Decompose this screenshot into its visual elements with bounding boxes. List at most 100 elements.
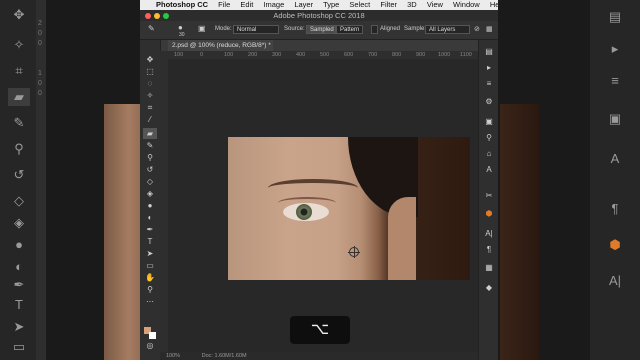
menu-edit[interactable]: Edit (240, 0, 253, 9)
menu-select[interactable]: Select (349, 0, 370, 9)
background-panels: ▤ ▸ ≡ ▣ A ¶ ⬢ A| (590, 0, 640, 360)
mode-label: Mode: (215, 26, 232, 32)
brush-preset-icon[interactable]: ● (178, 23, 183, 32)
background-color-swatch[interactable] (149, 332, 156, 339)
panel-icon: ▤ (608, 9, 622, 24)
move-tool-icon[interactable]: ✥ (143, 54, 157, 65)
brushes-panel-icon[interactable]: ▣ (482, 116, 496, 128)
glyphs-panel-icon[interactable]: A| (482, 228, 496, 240)
menu-app[interactable]: Photoshop CC (156, 0, 208, 9)
blur-tool-icon: ● (15, 237, 23, 252)
eraser-tool-icon[interactable]: ◇ (143, 176, 157, 187)
stamp-tool-icon: ⚲ (14, 141, 24, 156)
window-title: Adobe Photoshop CC 2018 (273, 11, 365, 20)
doc-info: Doc: 1.60M/1.60M (201, 353, 247, 359)
ruler-tick: 300 (272, 52, 282, 58)
3d-panel-icon[interactable]: ⬢ (482, 208, 496, 220)
ruler-tick: 800 (392, 52, 402, 58)
eye-photo[interactable] (228, 137, 470, 280)
tools-preset-icon[interactable]: ✂ (482, 190, 496, 202)
paragraph-panel-icon[interactable]: ¶ (482, 244, 496, 256)
history-brush-icon: ↺ (13, 167, 25, 182)
menu-image[interactable]: Image (263, 0, 284, 9)
eyedropper-icon[interactable]: ⁄ (143, 114, 157, 125)
menu-layer[interactable]: Layer (294, 0, 313, 9)
aligned-checkbox[interactable] (371, 25, 378, 34)
path-select-icon[interactable]: ➤ (143, 248, 157, 259)
options-bar: ✎ ● 30 ▣ Mode: Normal Source: Sampled Pa… (140, 21, 498, 40)
stamp-tool-icon[interactable]: ⚲ (143, 152, 157, 163)
ruler-tick: 500 (320, 52, 330, 58)
close-window-button[interactable] (145, 13, 151, 19)
paint-bucket-icon[interactable]: ◈ (143, 188, 157, 199)
zoom-window-button[interactable] (163, 13, 169, 19)
menu-help[interactable]: Help (490, 0, 498, 9)
zoom-tool-icon[interactable]: ⚲ (143, 284, 157, 295)
background-photo-right (500, 104, 540, 360)
paths-panel-icon[interactable]: ⌂ (482, 148, 496, 160)
more-tools-icon[interactable]: ⋯ (143, 296, 157, 307)
window-titlebar: Adobe Photoshop CC 2018 (140, 10, 498, 21)
ruler-tick: 0 (38, 30, 42, 37)
character-panel-icon[interactable]: A (482, 164, 496, 176)
brush-tool-icon: ✎ (13, 115, 25, 130)
crop-tool-icon[interactable]: ⌗ (143, 102, 157, 113)
panel-icon: ≡ (611, 73, 619, 88)
source-label: Source: (284, 26, 305, 32)
dodge-tool-icon[interactable]: ◐ (143, 212, 157, 223)
actions-panel-icon[interactable]: ▸ (482, 62, 496, 74)
panel-icon: A| (608, 273, 622, 288)
magic-wand-icon: ✧ (13, 37, 25, 52)
ruler-tick: 200 (248, 52, 258, 58)
photoshop-window: Photoshop CC File Edit Image Layer Type … (140, 0, 498, 360)
document-tab[interactable]: 2.psd @ 100% (reduce, RGB/8*) * (168, 40, 273, 51)
quick-mask-icon[interactable]: ◎ (143, 340, 157, 351)
type-tool-icon[interactable]: T (143, 236, 157, 247)
source-sampled-button[interactable]: Sampled (306, 25, 336, 34)
layers-panel-icon[interactable]: ◆ (482, 282, 496, 294)
hand-tool-icon[interactable]: ✋ (143, 272, 157, 283)
ignore-adjustment-icon[interactable]: ⊘ (474, 25, 480, 33)
panel-dock: ▤ ▸ ≡ ⚙ ▣ ⚲ ⌂ A ✂ ⬢ A| ¶ ▦ ◆ (478, 40, 498, 360)
diffusion-icon[interactable]: ▦ (486, 25, 493, 33)
source-pattern-button[interactable]: Pattern (336, 25, 363, 34)
healing-brush-icon[interactable]: ▰ (143, 128, 157, 139)
crop-tool-icon: ⌗ (15, 63, 23, 78)
menu-file[interactable]: File (218, 0, 230, 9)
menu-3d[interactable]: 3D (407, 0, 417, 9)
panel-icon: ▸ (611, 41, 619, 56)
blur-tool-icon[interactable]: ● (143, 200, 157, 211)
lasso-tool-icon[interactable]: ◌ (143, 78, 157, 89)
path-select-icon: ➤ (13, 319, 25, 334)
rectangle-tool-icon[interactable]: ▭ (143, 260, 157, 271)
properties-panel-icon[interactable]: ⚙ (482, 96, 496, 108)
brush-tool-icon[interactable]: ✎ (143, 140, 157, 151)
brush-settings-icon[interactable]: ▣ (198, 24, 206, 33)
history-panel-icon[interactable]: ▤ (482, 46, 496, 58)
menu-type[interactable]: Type (323, 0, 339, 9)
menu-view[interactable]: View (427, 0, 443, 9)
eraser-tool-icon: ◇ (14, 193, 24, 208)
magic-wand-icon[interactable]: ✧ (143, 90, 157, 101)
clone-source-icon[interactable]: ⚲ (482, 132, 496, 144)
history-brush-icon[interactable]: ↺ (143, 164, 157, 175)
menu-filter[interactable]: Filter (380, 0, 397, 9)
brush-cursor-icon (348, 246, 360, 258)
sample-select[interactable]: All Layers (425, 25, 470, 34)
healing-brush-icon[interactable]: ✎ (148, 24, 155, 33)
ruler-tick: 2 (38, 20, 42, 27)
mac-menubar: Photoshop CC File Edit Image Layer Type … (140, 0, 498, 10)
minimize-window-button[interactable] (154, 13, 160, 19)
pen-tool-icon[interactable]: ✒ (143, 224, 157, 235)
ruler-tick: 400 (296, 52, 306, 58)
pen-tool-icon: ✒ (13, 277, 25, 292)
ruler-tick: 1100 (460, 52, 472, 58)
document-canvas[interactable] (168, 59, 478, 360)
adjustments-panel-icon[interactable]: ≡ (482, 78, 496, 90)
healing-brush-icon: ▰ (8, 88, 30, 106)
menu-window[interactable]: Window (453, 0, 480, 9)
mode-select[interactable]: Normal (233, 25, 279, 34)
channels-panel-icon[interactable]: ▦ (482, 262, 496, 274)
marquee-tool-icon[interactable]: ⬚ (143, 66, 157, 77)
ruler-tick: 100 (174, 52, 184, 58)
